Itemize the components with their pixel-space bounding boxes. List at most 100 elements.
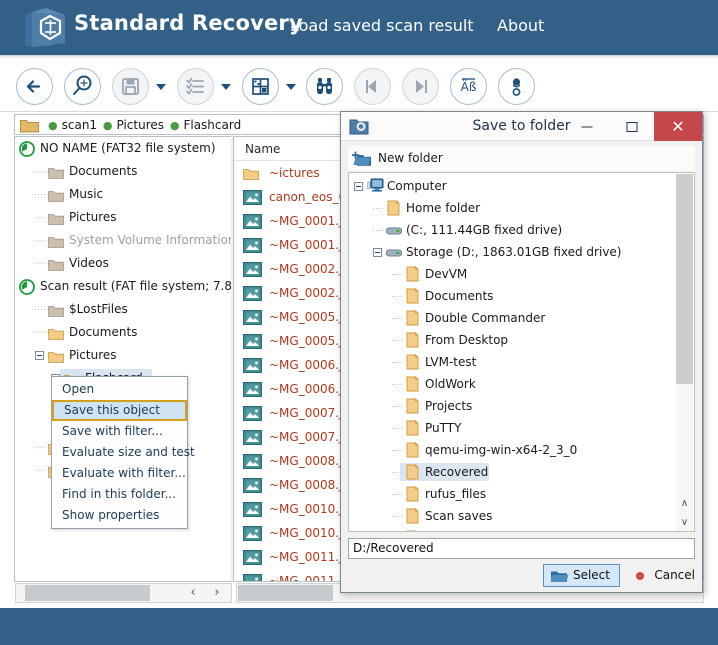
dialog-tree-row-label: Storage (D:, 1863.01GB fixed drive) bbox=[406, 245, 622, 259]
dialog-tree-row[interactable]: (C:, 111.44GB fixed drive) bbox=[349, 219, 676, 241]
dialog-tree-row[interactable]: rufus_files bbox=[349, 483, 676, 505]
scroll-up-arrow-icon[interactable]: ∧ bbox=[676, 494, 693, 513]
dialog-tree-row[interactable]: Double Commander bbox=[349, 307, 676, 329]
tree-row[interactable]: Documents bbox=[15, 160, 233, 183]
tree-row[interactable]: Videos bbox=[15, 252, 233, 275]
tree-connector bbox=[392, 494, 402, 495]
close-button[interactable]: ✕ bbox=[654, 112, 702, 141]
context-menu-item[interactable]: Show properties bbox=[52, 505, 187, 526]
context-menu[interactable]: Open Save this object Save with filter... E… bbox=[51, 376, 195, 529]
dialog-tree-row[interactable]: Projects bbox=[349, 395, 676, 417]
dialog-tree-row[interactable]: LVM-test bbox=[349, 351, 676, 373]
dialog-tree-row[interactable]: Scan saves bbox=[349, 505, 676, 527]
scroll-left-arrow-icon[interactable]: ‹ bbox=[182, 585, 204, 601]
context-menu-item[interactable]: Find in this folder... bbox=[52, 484, 187, 505]
destination-path-input[interactable]: D:/Recovered bbox=[348, 538, 695, 559]
dialog-tree-vscrollbar[interactable]: ∧ ∨ bbox=[676, 174, 693, 531]
image-file-icon bbox=[243, 189, 262, 205]
disk-clock-icon bbox=[19, 279, 35, 295]
dialog-tree-row[interactable]: Home folder bbox=[349, 197, 676, 219]
dialog-tree-row[interactable]: Documents bbox=[349, 285, 676, 307]
list-view-button[interactable] bbox=[177, 68, 214, 105]
dialog-tree-row-label: Home folder bbox=[406, 201, 481, 215]
nav-load-saved-scan-result[interactable]: Load saved scan result bbox=[290, 16, 474, 35]
minimize-icon bbox=[581, 126, 592, 127]
person-button[interactable] bbox=[498, 68, 535, 105]
scrollbar-thumb[interactable] bbox=[25, 585, 150, 601]
dialog-tree-row-label: rufus_files bbox=[425, 487, 487, 501]
dialog-tree-row[interactable]: Computer bbox=[349, 175, 676, 197]
tree-connector bbox=[392, 340, 402, 341]
dialog-tree-row[interactable]: qemu-img-win-x64-2_3_0 bbox=[349, 439, 676, 461]
folder-icon bbox=[242, 165, 262, 180]
tree-row-label: Scan result (FAT file system; 7.86 GB in… bbox=[40, 279, 233, 293]
dialog-tree-row[interactable]: Storage (D:, 1863.01GB fixed drive) bbox=[349, 241, 676, 263]
tree-row[interactable]: NO NAME (FAT32 file system) bbox=[15, 137, 233, 160]
context-menu-item[interactable]: Open bbox=[52, 379, 187, 400]
tree-collapse-toggle[interactable] bbox=[35, 351, 44, 360]
next-match-button[interactable] bbox=[402, 68, 439, 105]
dialog-tree-row[interactable]: PuTTY bbox=[349, 417, 676, 439]
tree-row-label: $LostFiles bbox=[69, 302, 128, 316]
cancel-button[interactable]: Cancel bbox=[636, 564, 695, 587]
partition-view-dropdown-caret[interactable] bbox=[286, 84, 296, 90]
scroll-right-arrow-icon[interactable]: › bbox=[206, 585, 228, 601]
tree-row[interactable]: Pictures bbox=[15, 206, 233, 229]
partition-view-button[interactable] bbox=[242, 68, 279, 105]
prev-match-button[interactable] bbox=[354, 68, 391, 105]
tree-row[interactable]: System Volume Information bbox=[15, 229, 233, 252]
scrollbar-thumb[interactable] bbox=[238, 585, 333, 601]
context-menu-item[interactable]: Save this object bbox=[52, 400, 187, 421]
save-button[interactable] bbox=[112, 68, 149, 105]
folder-icon bbox=[405, 376, 420, 392]
tree-row[interactable]: Documents bbox=[15, 321, 233, 344]
dialog-tree-row-label: (C:, 111.44GB fixed drive) bbox=[406, 223, 563, 237]
save-dropdown-caret[interactable] bbox=[156, 84, 166, 90]
breadcrumb-dot: ● bbox=[169, 119, 180, 132]
tree-connector bbox=[392, 450, 402, 451]
scroll-down-arrow-icon[interactable]: ∨ bbox=[676, 513, 693, 531]
save-to-folder-dialog[interactable]: Save to folder ✕ New folder Computer Home… bbox=[340, 111, 703, 593]
folder-icon bbox=[405, 354, 420, 370]
dialog-tree-row[interactable] bbox=[349, 527, 676, 531]
folder-icon bbox=[405, 398, 420, 414]
minimize-button[interactable] bbox=[564, 112, 609, 141]
dialog-tree-row[interactable]: Recovered bbox=[349, 461, 676, 483]
context-menu-item[interactable]: Save with filter... bbox=[52, 421, 187, 442]
tree-row[interactable]: Music bbox=[15, 183, 233, 206]
tree-connector bbox=[392, 516, 402, 517]
maximize-button[interactable] bbox=[609, 112, 654, 141]
new-folder-button[interactable]: New folder bbox=[352, 148, 443, 169]
dialog-tree-row[interactable]: From Desktop bbox=[349, 329, 676, 351]
select-button[interactable]: Select bbox=[542, 564, 620, 587]
tree-row[interactable]: $LostFiles bbox=[15, 298, 233, 321]
tree-collapse-toggle[interactable] bbox=[373, 248, 382, 257]
breadcrumb-segment-flashcard[interactable]: Flashcard bbox=[183, 118, 241, 132]
drive-icon bbox=[386, 244, 402, 260]
scan-button[interactable] bbox=[64, 68, 101, 105]
image-file-icon bbox=[243, 357, 262, 373]
breadcrumb-segment-scan1[interactable]: scan1 bbox=[62, 118, 97, 132]
context-menu-item-label: Open bbox=[62, 382, 95, 396]
list-view-dropdown-caret[interactable] bbox=[221, 84, 231, 90]
tree-row[interactable]: Scan result (FAT file system; 7.86 GB in… bbox=[15, 275, 233, 298]
context-menu-item[interactable]: Evaluate with filter... bbox=[52, 463, 187, 484]
dialog-tree-row[interactable]: OldWork bbox=[349, 373, 676, 395]
tree-row-label: Pictures bbox=[69, 348, 117, 362]
left-pane-hscrollbar[interactable]: ‹ › bbox=[15, 583, 232, 603]
nav-about[interactable]: About bbox=[497, 16, 544, 35]
context-menu-item[interactable]: Evaluate size and test bbox=[52, 442, 195, 463]
find-button[interactable] bbox=[306, 68, 343, 105]
tree-row[interactable]: Pictures bbox=[15, 344, 233, 367]
dialog-folder-tree[interactable]: Computer Home folder (C:, 111.44GB fixed d… bbox=[348, 172, 695, 532]
back-button[interactable] bbox=[16, 68, 53, 105]
scrollbar-thumb[interactable] bbox=[676, 174, 693, 384]
cancel-button-label: Cancel bbox=[654, 568, 695, 582]
breadcrumb-segment-pictures[interactable]: Pictures bbox=[117, 118, 165, 132]
dialog-tree-row[interactable]: DevVM bbox=[349, 263, 676, 285]
ab-encoding-button[interactable]: Äß bbox=[450, 68, 487, 105]
dialog-title-bar[interactable]: Save to folder ✕ bbox=[341, 112, 702, 141]
tree-collapse-toggle[interactable] bbox=[354, 182, 363, 191]
scrollbar-track[interactable] bbox=[676, 174, 693, 494]
tree-connector bbox=[35, 309, 45, 310]
